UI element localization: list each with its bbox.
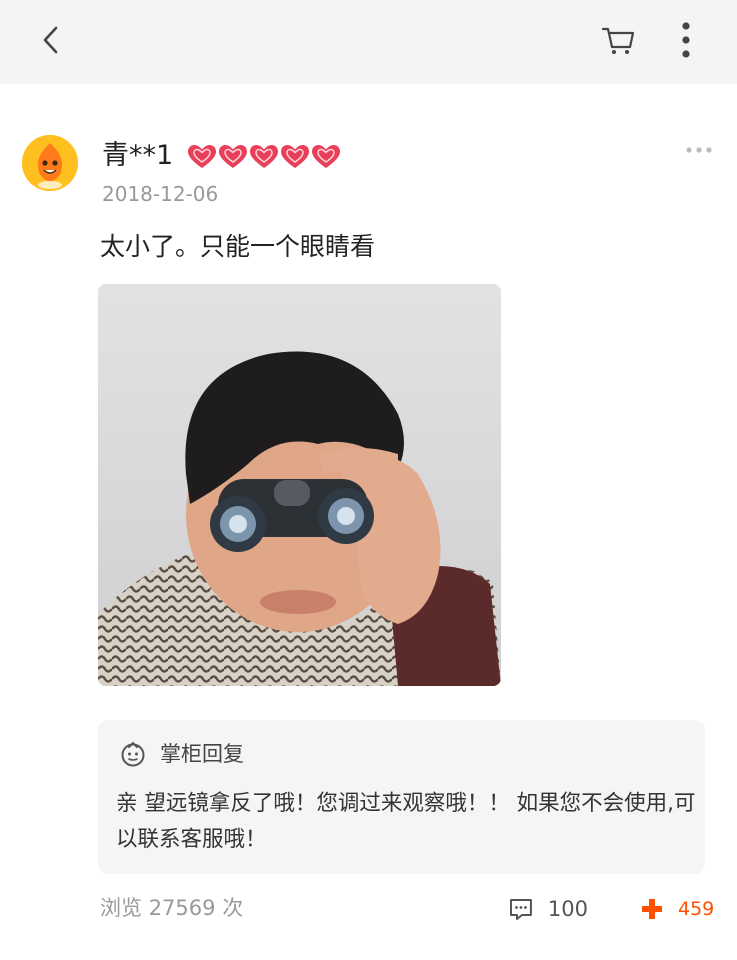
seller-reply-box: 掌柜回复 亲 望远镜拿反了哦！您调过来观察哦！！ 如果您不会使用,可以联系客服哦… [98, 720, 705, 874]
avatar-mascot-icon [22, 135, 78, 191]
smiley-icon [120, 741, 146, 767]
heart-level-icon [188, 145, 216, 168]
view-count-value: 27569 [148, 896, 216, 920]
reviewer-level-badge [187, 144, 341, 170]
like-button[interactable]: 459 [640, 894, 720, 924]
review-date: 2018-12-06 [102, 182, 219, 206]
review-photo[interactable] [98, 284, 501, 686]
top-nav-bar [0, 0, 737, 84]
comment-more-button[interactable] [684, 140, 714, 160]
view-count: 浏览 27569 次 [100, 893, 243, 923]
chevron-left-icon [43, 26, 58, 54]
heart-level-icon [219, 145, 247, 168]
more-options-button[interactable] [666, 16, 706, 64]
like-count: 459 [678, 898, 715, 920]
view-count-unit: 次 [222, 896, 244, 920]
more-horizontal-icon [686, 147, 712, 153]
review-photo-image [98, 284, 501, 686]
comment-icon [509, 899, 532, 920]
like-plus-icon [642, 899, 662, 919]
cart-icon [601, 27, 635, 54]
reviewer-username: 青**1 [102, 140, 174, 171]
heart-level-icon [281, 145, 309, 168]
heart-level-icon [312, 145, 340, 168]
view-count-label: 浏览 [100, 896, 142, 920]
avatar[interactable] [22, 135, 78, 191]
cart-button[interactable] [596, 18, 640, 62]
seller-reply-text: 亲 望远镜拿反了哦！您调过来观察哦！！ 如果您不会使用,可以联系客服哦！ [116, 791, 696, 852]
seller-reply-title: 掌柜回复 [160, 742, 244, 766]
heart-level-icon [250, 145, 278, 168]
comment-button[interactable]: 100 [508, 894, 588, 924]
review-text: 太小了。只能一个眼睛看 [100, 232, 376, 261]
back-button[interactable] [30, 18, 74, 62]
comment-count: 100 [547, 897, 588, 921]
more-vertical-icon [682, 22, 690, 58]
